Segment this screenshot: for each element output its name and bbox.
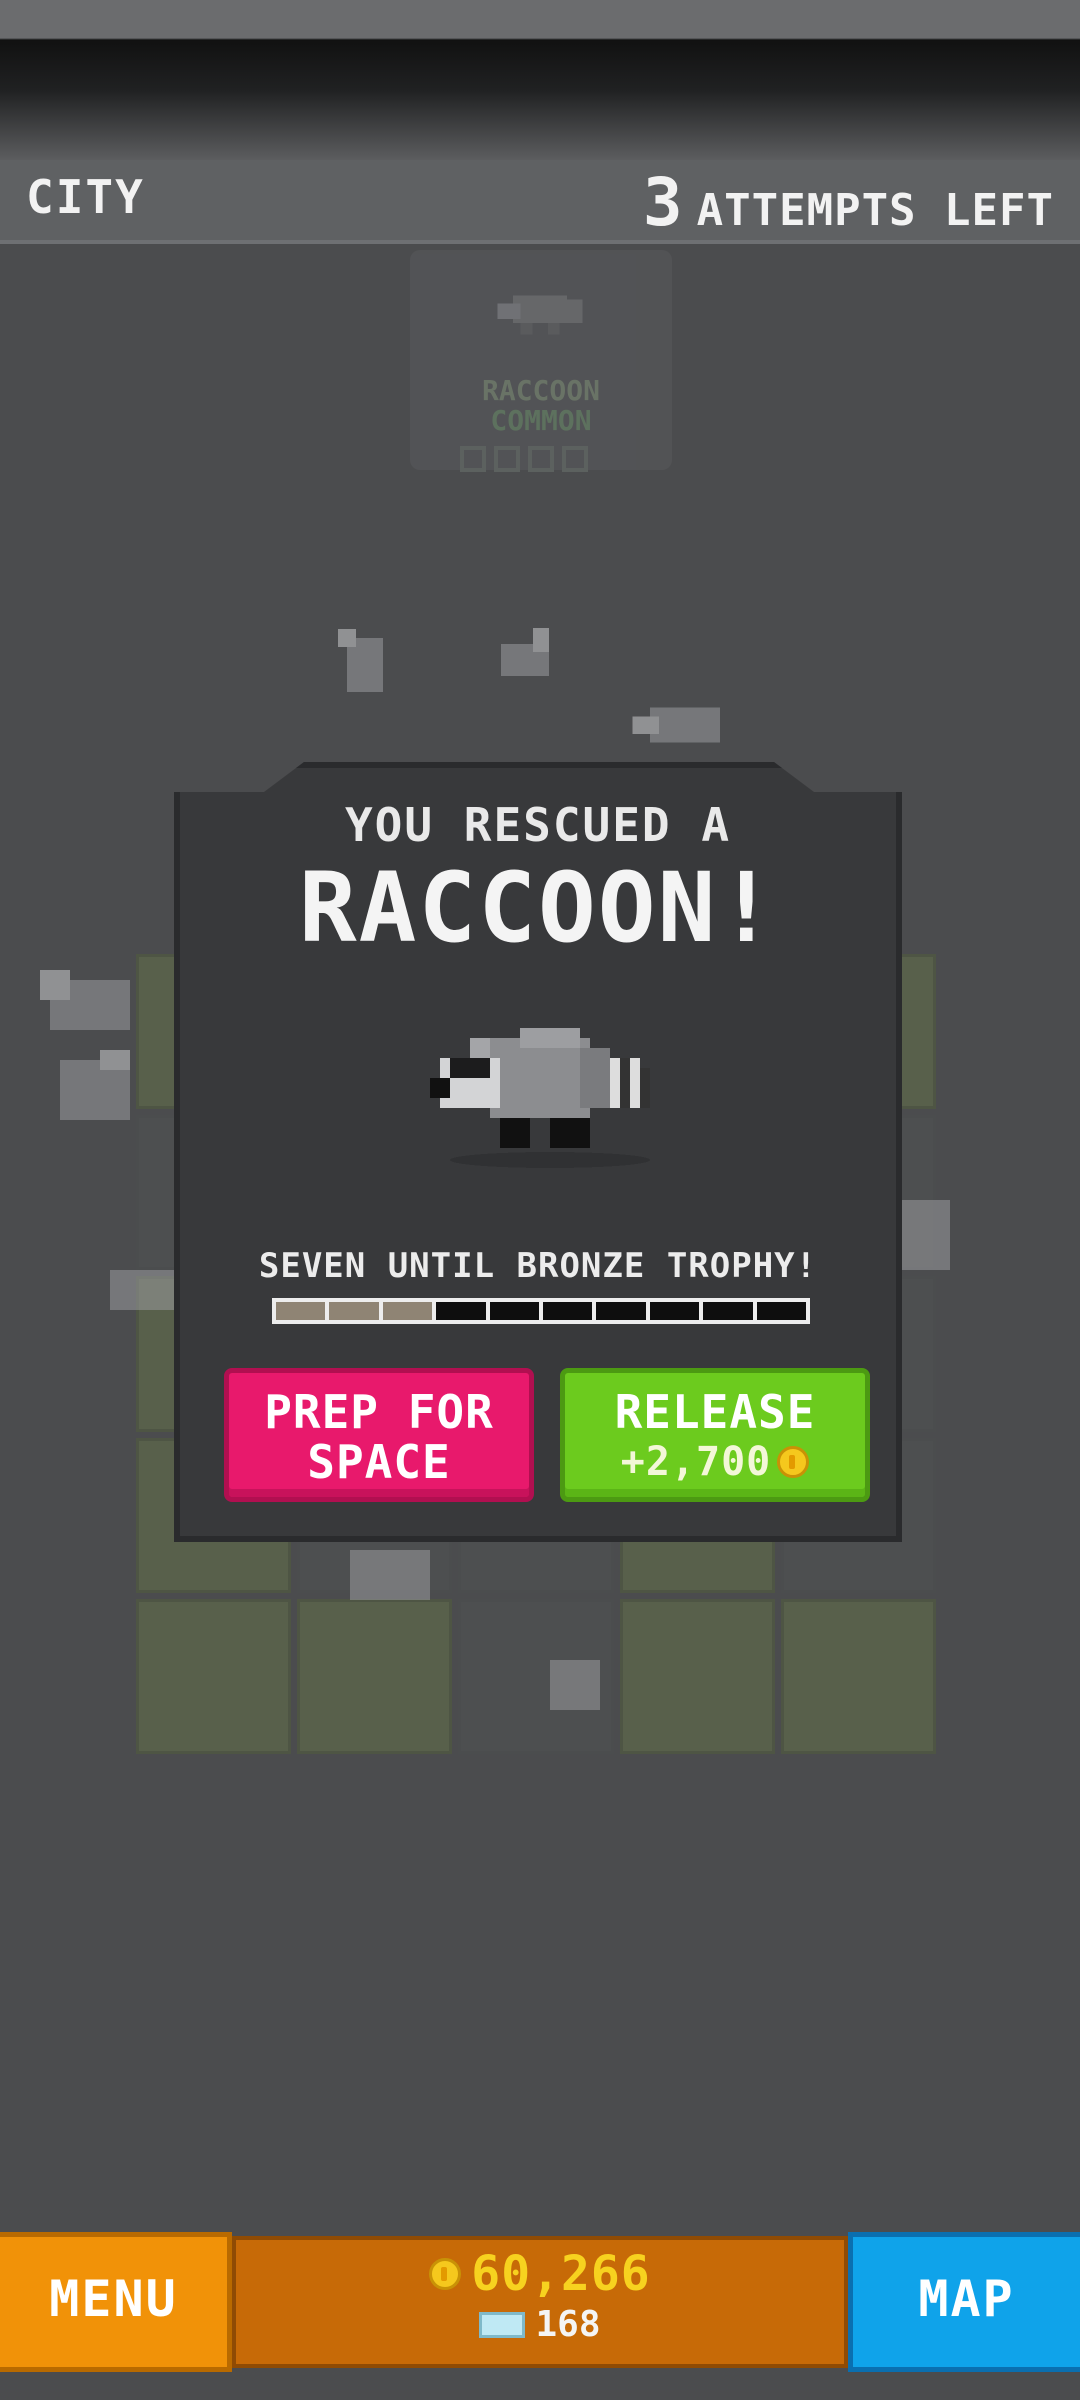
background-animal-card: RACCOON COMMON [410,250,672,472]
coin-balance: 60,266 [236,2246,844,2302]
currency-panel: 60,266 168 [232,2236,848,2368]
collection-slot [460,446,486,472]
progress-segment [382,1302,433,1320]
background-card-rarity: COMMON [490,404,592,437]
prep-for-space-button[interactable]: PREP FOR SPACE [224,1368,534,1502]
flying-raccoon-icon [350,1550,430,1600]
attempts-label: ATTEMPTS LEFT [696,185,1054,236]
progress-segment [649,1302,700,1320]
prep-button-line2: SPACE [307,1435,451,1489]
raccoon-icon [497,295,583,335]
attempts-counter: 3 ATTEMPTS LEFT [643,164,1054,241]
background-card-name: RACCOON [481,374,600,407]
grid-cell [780,1598,936,1754]
trophy-progress-text: SEVEN UNTIL BRONZE TROPHY! [258,1246,818,1286]
flying-raccoon-icon [501,628,549,676]
progress-segment [703,1302,753,1320]
flying-raccoon-icon [40,970,130,1030]
map-button[interactable]: MAP [848,2232,1080,2372]
gem-icon [479,2311,526,2338]
release-button[interactable]: RELEASE +2,700 [560,1368,870,1502]
flying-raccoon-icon [60,1050,130,1120]
progress-segment [756,1302,807,1320]
prep-button-line1: PREP FOR [264,1385,494,1439]
flying-raccoon-icon [338,629,383,692]
collection-slot [562,446,588,472]
status-bar-area [0,0,1080,160]
progress-segment [596,1302,646,1320]
release-reward-amount: +2,700 [620,1439,772,1485]
coin-icon [777,1446,810,1478]
progress-segment [489,1302,540,1320]
menu-button[interactable]: MENU [0,2232,232,2372]
grid-cell [136,1598,292,1754]
attempts-count: 3 [642,164,683,241]
progress-segment [329,1302,379,1320]
flying-raccoon-icon [550,1660,600,1710]
gem-amount: 168 [535,2304,601,2345]
collection-slot [494,446,520,472]
grid-cell [619,1598,775,1754]
grid-cell [297,1598,453,1754]
release-reward: +2,700 [565,1437,865,1487]
coin-amount: 60,266 [471,2246,651,2302]
flying-raccoon-icon [632,707,720,743]
raccoon-sprite [430,1028,650,1168]
dialog-title: RACCOON! [298,852,778,964]
release-button-label: RELEASE [614,1385,816,1439]
gem-balance: 168 [236,2304,844,2345]
level-name: CITY [26,170,145,224]
progress-segment [543,1302,593,1320]
rescue-dialog: YOU RESCUED A RACCOON! SEVEN UNTIL BRONZ… [174,762,902,1542]
trophy-progress-bar [272,1298,810,1324]
dialog-subtitle: YOU RESCUED A [344,798,732,852]
hud-bar: CITY 3 ATTEMPTS LEFT [0,160,1080,244]
progress-segment [436,1302,486,1320]
collection-slot [528,446,554,472]
progress-segment [276,1302,326,1320]
coin-icon [429,2258,462,2290]
